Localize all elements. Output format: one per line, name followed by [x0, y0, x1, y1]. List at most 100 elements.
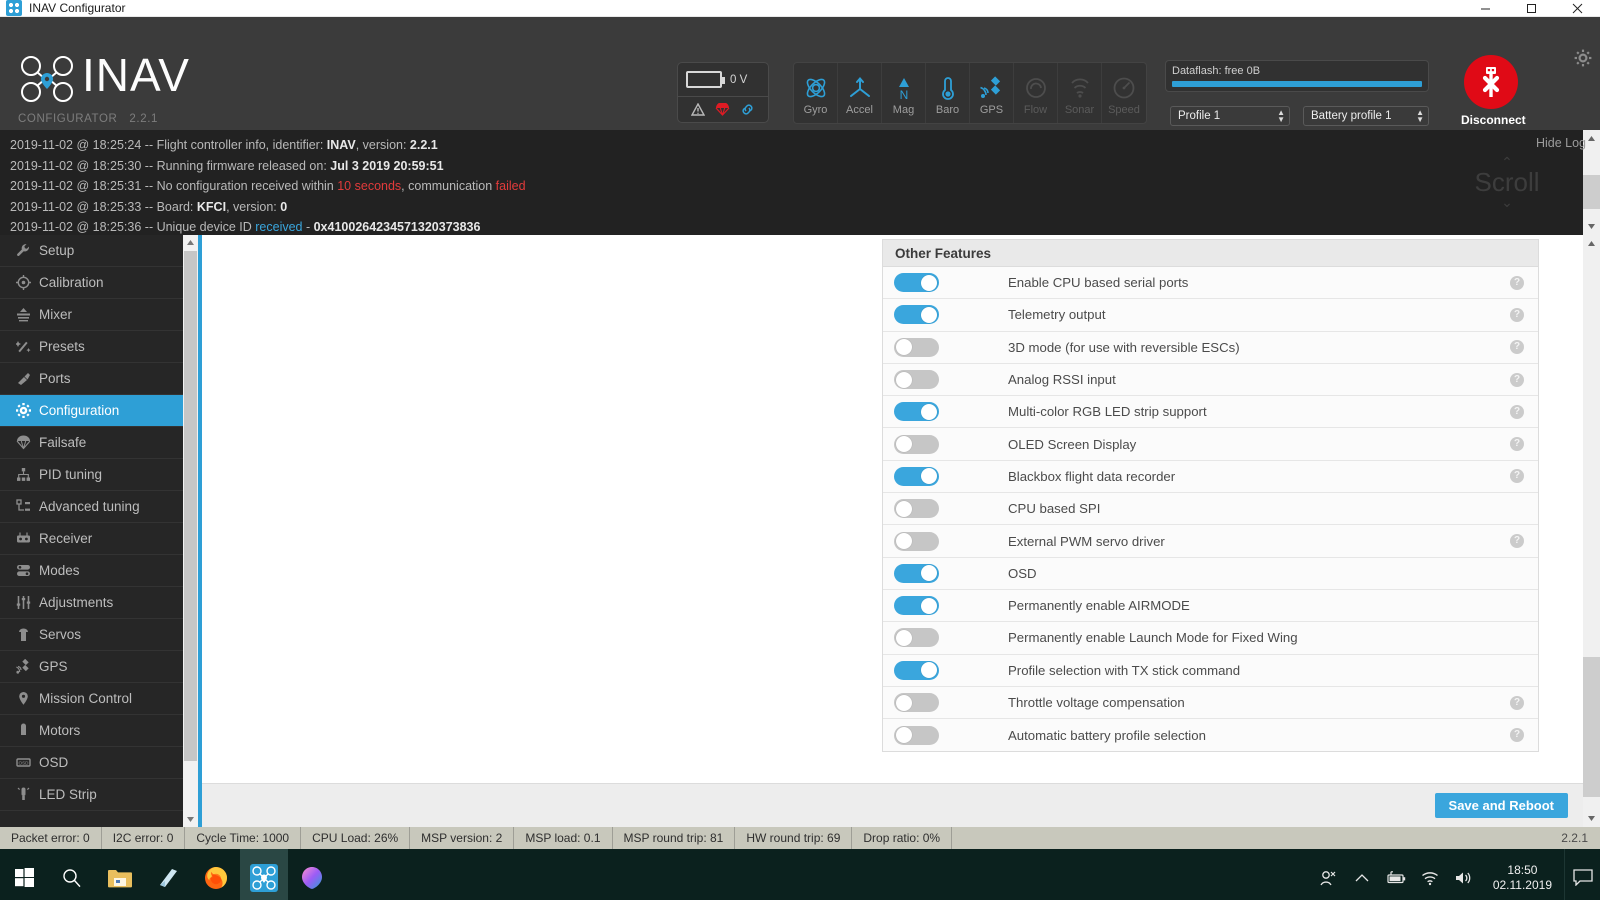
feature-label: Blackbox flight data recorder [1008, 468, 1176, 484]
sidebar-item-motors[interactable]: Motors [0, 715, 183, 747]
scroll-up-icon[interactable] [1583, 235, 1600, 252]
taskbar-clock[interactable]: 18:50 02.11.2019 [1481, 863, 1564, 893]
sidebar-item-advanced-tuning[interactable]: Advanced tuning [0, 491, 183, 523]
log-line: 2019-11-02 @ 18:25:31 -- No configuratio… [10, 176, 1583, 197]
log-timestamp: 2019-11-02 @ 18:25:36 -- [10, 220, 157, 235]
sidebar-item-failsafe[interactable]: Failsafe [0, 427, 183, 459]
sidebar-item-mixer[interactable]: Mixer [0, 299, 183, 331]
scroll-down-icon[interactable] [1583, 218, 1600, 235]
help-icon[interactable]: ? [1510, 728, 1524, 743]
start-button[interactable] [0, 849, 48, 900]
sidebar-item-mission-control[interactable]: Mission Control [0, 683, 183, 715]
help-icon[interactable]: ? [1510, 307, 1524, 322]
feature-toggle[interactable] [894, 434, 939, 454]
feature-toggle[interactable] [894, 660, 939, 680]
sidebar-item-gps[interactable]: GPS [0, 651, 183, 683]
help-icon[interactable]: ? [1510, 404, 1524, 419]
minimize-icon[interactable] [1462, 0, 1508, 17]
feature-toggle[interactable] [894, 563, 939, 583]
disconnect-button[interactable]: Disconnect [1461, 55, 1526, 127]
feature-toggle[interactable] [894, 273, 939, 293]
help-icon[interactable]: ? [1510, 534, 1524, 549]
hide-log-button[interactable]: Hide Log [1536, 136, 1586, 150]
sidebar-item-setup[interactable]: Setup [0, 235, 183, 267]
feature-toggle[interactable] [894, 402, 939, 422]
balloon-app-button[interactable] [288, 849, 336, 900]
toggle-knob [921, 274, 937, 291]
battery-voltage-row: 0 V [678, 63, 768, 96]
wrench-icon [12, 243, 34, 258]
feature-label: 3D mode (for use with reversible ESCs) [1008, 339, 1240, 355]
windows-taskbar: 18:50 02.11.2019 [0, 849, 1600, 900]
chevron-up-icon[interactable] [1345, 849, 1379, 900]
sidebar-item-osd[interactable]: OSD OSD [0, 747, 183, 779]
feature-toggle[interactable] [894, 305, 939, 325]
feature-toggle[interactable] [894, 466, 939, 486]
sidebar-item-receiver[interactable]: Receiver [0, 523, 183, 555]
close-icon[interactable] [1554, 0, 1600, 17]
content-scroll-thumb[interactable] [1583, 657, 1600, 797]
clock-time: 18:50 [1507, 862, 1538, 877]
sidebar-item-calibration[interactable]: Calibration [0, 267, 183, 299]
save-and-reboot-button[interactable]: Save and Reboot [1434, 793, 1568, 818]
help-icon[interactable]: ? [1510, 372, 1524, 387]
help-icon[interactable]: ? [1510, 275, 1524, 290]
sidebar-item-ports[interactable]: Ports [0, 363, 183, 395]
feature-toggle[interactable] [894, 628, 939, 648]
volume-icon[interactable] [1447, 849, 1481, 900]
people-icon[interactable] [1311, 849, 1345, 900]
log-text: Unique device ID [156, 220, 256, 235]
sidebar-item-adjustments[interactable]: Adjustments [0, 587, 183, 619]
profile-select[interactable]: Profile 1 ▲ ▼ [1170, 106, 1290, 126]
log-scroll-thumb[interactable] [1583, 175, 1600, 209]
gps-icon [979, 71, 1005, 101]
wifi-icon[interactable] [1413, 849, 1447, 900]
sensor-sonar: Sonar [1058, 63, 1102, 123]
help-icon[interactable]: ? [1510, 437, 1524, 452]
maximize-icon[interactable] [1508, 0, 1554, 17]
gear-icon[interactable] [1574, 49, 1592, 70]
scroll-down-icon[interactable] [183, 812, 198, 827]
feature-toggle[interactable] [894, 725, 939, 745]
sidebar-item-presets[interactable]: Presets [0, 331, 183, 363]
help-icon[interactable]: ? [1510, 469, 1524, 484]
feature-toggle[interactable] [894, 499, 939, 519]
sidebar-scroll-thumb[interactable] [184, 251, 197, 761]
gear-icon [12, 403, 34, 418]
battery-icon[interactable] [1379, 849, 1413, 900]
toggle-knob [896, 500, 912, 517]
dataflash-progress-track [1172, 81, 1422, 87]
status-item: HW round trip: 69 [735, 827, 853, 849]
feature-toggle[interactable] [894, 693, 939, 712]
sidebar-item-pid-tuning[interactable]: PID tuning [0, 459, 183, 491]
sidebar-item-modes[interactable]: Modes [0, 555, 183, 587]
sidebar-scrollbar[interactable] [183, 235, 198, 827]
other-features-panel: Other Features Enable CPU based serial p… [882, 239, 1539, 753]
help-icon[interactable]: ? [1510, 340, 1524, 355]
sliders-icon [12, 499, 34, 514]
file-explorer-button[interactable] [96, 849, 144, 900]
sidebar-item-led-strip[interactable]: LED Strip [0, 779, 183, 811]
content-scrollbar[interactable] [1583, 235, 1600, 827]
feature-row: Profile selection with TX stick command? [883, 655, 1538, 687]
feature-toggle[interactable] [894, 337, 939, 357]
notification-icon[interactable] [1564, 849, 1600, 900]
scroll-down-icon[interactable] [1583, 810, 1600, 827]
search-button[interactable] [48, 849, 96, 900]
battery-profile-select[interactable]: Battery profile 1 ▲ ▼ [1303, 106, 1429, 126]
sidebar-item-configuration[interactable]: Configuration [0, 395, 183, 427]
scroll-up-icon[interactable] [183, 235, 198, 250]
firefox-button[interactable] [192, 849, 240, 900]
log-scroll-track[interactable] [1583, 147, 1600, 218]
sidebar-item-label: Failsafe [39, 435, 87, 450]
inav-configurator-button[interactable] [240, 849, 288, 900]
inav-drone-icon [18, 53, 76, 105]
help-icon[interactable]: ? [1510, 695, 1524, 710]
log-text: No configuration received within [156, 179, 338, 194]
sidebar-item-servos[interactable]: Servos [0, 619, 183, 651]
store-button[interactable] [144, 849, 192, 900]
feature-toggle[interactable] [894, 370, 939, 390]
feature-toggle[interactable] [894, 596, 939, 616]
feature-toggle[interactable] [894, 531, 939, 551]
content-scroll-track[interactable] [1583, 252, 1600, 810]
